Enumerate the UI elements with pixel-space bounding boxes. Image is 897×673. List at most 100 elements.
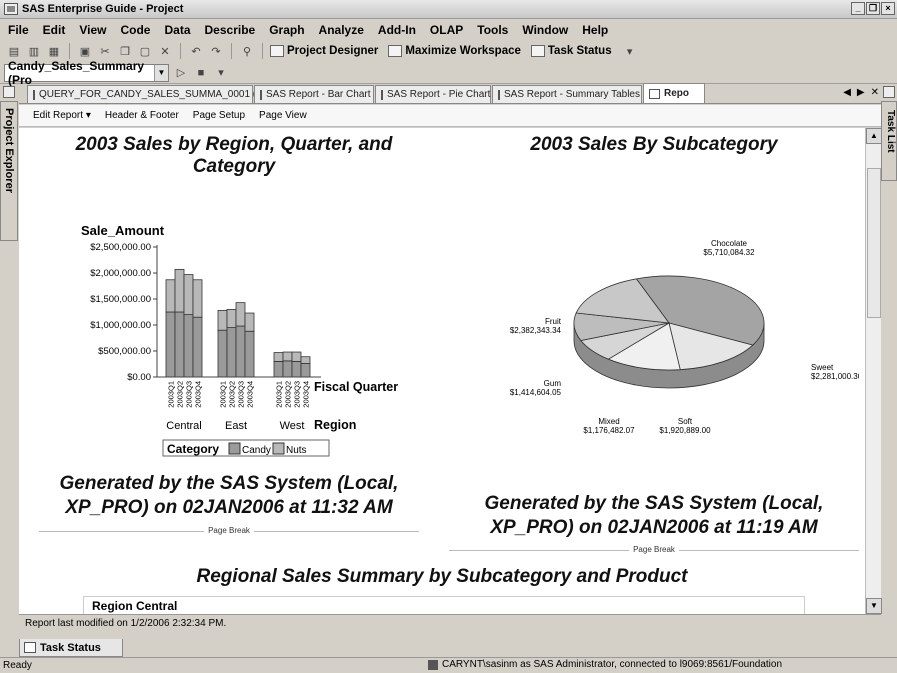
tab-summary-tables[interactable]: SAS Report - Summary Tables [492, 85, 642, 103]
menu-graph[interactable]: Graph [269, 23, 304, 37]
x-axis-label: Fiscal Quarter [314, 380, 398, 394]
pie-label: Sweet [811, 363, 834, 372]
report-document: 2003 Sales by Region, Quarter, and Categ… [19, 128, 865, 614]
vertical-scrollbar[interactable]: ▲ ▼ [865, 128, 882, 614]
sas-enterprise-guide-window: SAS Enterprise Guide - Project _ ❐ × Fil… [0, 0, 897, 673]
edit-report-button[interactable]: Edit Report ▾ [33, 110, 91, 121]
header-footer-button[interactable]: Header & Footer [105, 110, 179, 121]
task-list-dock[interactable]: Task List [881, 101, 897, 181]
pie-value-label: $2,281,000.30 [811, 372, 859, 381]
menu-file[interactable]: File [8, 23, 29, 37]
y-tick-label: $0.00 [127, 372, 151, 383]
minimize-button[interactable]: _ [851, 2, 865, 15]
open-icon[interactable]: ▥ [26, 44, 42, 58]
x-tick-label: 2003Q4 [302, 381, 311, 408]
tab-bar-chart[interactable]: SAS Report - Bar Chart [254, 85, 374, 103]
tab-label: SAS Report - Pie Chart [387, 89, 491, 100]
project-explorer-dock[interactable]: Project Explorer [0, 101, 18, 241]
page-break-right: Page Break [449, 545, 859, 555]
toolbar-overflow-icon[interactable]: ▾ [622, 44, 638, 58]
toolbar-separator [262, 43, 263, 59]
page-break-label: Page Break [204, 526, 254, 535]
menu-olap[interactable]: OLAP [430, 23, 463, 37]
legend-label-candy: Candy [242, 445, 271, 456]
app-icon [4, 3, 18, 15]
bar-candy [273, 360, 284, 378]
project-designer-button[interactable]: Project Designer [270, 45, 378, 57]
region-group-label: Central [166, 420, 201, 432]
pie-label: Chocolate [711, 239, 748, 248]
tab-query[interactable]: QUERY_FOR_CANDY_SALES_SUMMA_0001 (read-o… [27, 85, 301, 103]
task-status-tab[interactable]: Task Status [19, 639, 123, 657]
dock-pin-icon[interactable] [883, 86, 895, 98]
bar-chart-title-line2: Category [192, 156, 276, 177]
run-icon[interactable]: ▷ [173, 66, 189, 80]
menu-tools[interactable]: Tools [477, 23, 508, 37]
bar-candy [192, 316, 203, 378]
task-status-tab-label: Task Status [40, 641, 101, 654]
delete-icon[interactable]: ✕ [157, 44, 173, 58]
menu-bar: File Edit View Code Data Describe Graph … [0, 20, 897, 40]
dock-pin-icon[interactable] [3, 86, 15, 98]
menu-describe[interactable]: Describe [205, 23, 256, 37]
find-icon[interactable]: ⚲ [239, 44, 255, 58]
menu-data[interactable]: Data [164, 23, 190, 37]
page-setup-button[interactable]: Page Setup [193, 110, 245, 121]
status-bar: Ready CARYNT\sasinm as SAS Administrator… [0, 657, 897, 673]
summary-title: Regional Sales Summary by Subcategory an… [196, 566, 688, 587]
chevron-down-icon[interactable]: ▼ [154, 64, 168, 81]
tab-report-active[interactable]: Repo [643, 83, 705, 103]
menu-analyze[interactable]: Analyze [319, 23, 364, 37]
print-icon[interactable]: ▣ [77, 44, 93, 58]
stop-icon[interactable]: ■ [193, 66, 209, 80]
scroll-thumb[interactable] [867, 168, 881, 318]
legend-label-nuts: Nuts [286, 445, 307, 456]
menu-add-in[interactable]: Add-In [378, 23, 416, 37]
report-toolbar: Edit Report ▾ Header & Footer Page Setup… [19, 105, 881, 127]
bar-candy [183, 314, 194, 378]
bar-nuts [192, 279, 203, 318]
copy-icon[interactable]: ❐ [117, 44, 133, 58]
report-modified-line: Report last modified on 1/2/2006 2:32:34… [19, 614, 881, 632]
menu-code[interactable]: Code [120, 23, 150, 37]
legend-title: Category [167, 442, 219, 456]
toolbar-overflow-icon[interactable]: ▾ [213, 66, 229, 80]
menu-help[interactable]: Help [582, 23, 608, 37]
close-icon[interactable]: ✕ [871, 87, 879, 98]
scroll-down-icon[interactable]: ▼ [866, 598, 882, 614]
title-bar[interactable]: SAS Enterprise Guide - Project _ ❐ × [0, 0, 897, 19]
bar-candy [291, 360, 302, 378]
redo-icon[interactable]: ↷ [208, 44, 224, 58]
chevron-down-icon: ▾ [85, 110, 91, 121]
save-icon[interactable]: ▦ [46, 44, 62, 58]
bar-candy [174, 311, 185, 378]
task-status-icon [530, 45, 545, 57]
project-designer-icon [270, 45, 284, 57]
task-status-button[interactable]: Task Status [530, 45, 612, 57]
y-tick-label: $2,000,000.00 [90, 268, 151, 279]
chevron-left-icon[interactable]: ◀ [843, 87, 851, 98]
undo-icon[interactable]: ↶ [188, 44, 204, 58]
menu-window[interactable]: Window [522, 23, 568, 37]
tab-label: Repo [664, 88, 689, 99]
page-break-left: Page Break [39, 526, 419, 536]
restore-button[interactable]: ❐ [866, 2, 880, 15]
project-select[interactable]: Candy_Sales_Summary (Pro ▼ [4, 59, 169, 87]
paste-icon[interactable]: ▢ [137, 44, 153, 58]
page-view-button[interactable]: Page View [259, 110, 307, 121]
task-status-icon [24, 642, 36, 653]
close-button[interactable]: × [881, 2, 895, 15]
bar-nuts [174, 268, 185, 313]
x-tick-label: 2003Q2 [176, 381, 185, 408]
menu-view[interactable]: View [79, 23, 106, 37]
menu-edit[interactable]: Edit [43, 23, 66, 37]
pie-footnote: Generated by the SAS System (Local, XP_P… [449, 492, 859, 540]
cut-icon[interactable]: ✂ [97, 44, 113, 58]
tab-pie-chart[interactable]: SAS Report - Pie Chart [375, 85, 491, 103]
scroll-up-icon[interactable]: ▲ [866, 128, 882, 144]
bar-nuts [226, 309, 237, 329]
new-icon[interactable]: ▤ [6, 44, 22, 58]
chevron-right-icon[interactable]: ▶ [857, 87, 865, 98]
maximize-workspace-button[interactable]: Maximize Workspace [388, 45, 521, 57]
x-tick-label: 2003Q3 [237, 381, 246, 408]
